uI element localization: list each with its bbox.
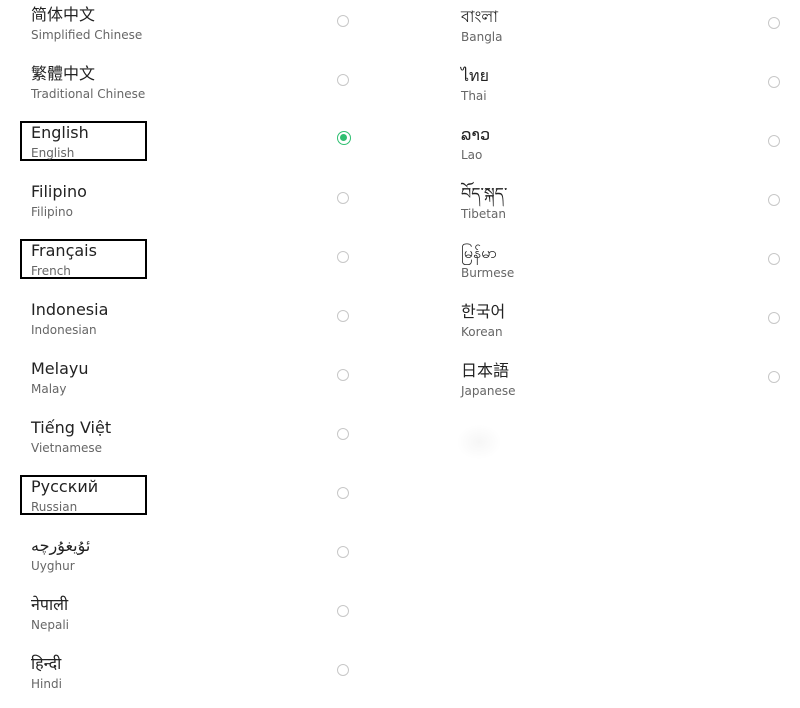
language-item-thai[interactable]: ไทย Thai: [430, 59, 800, 118]
radio-checked-icon[interactable]: [337, 131, 351, 145]
language-english-name: Lao: [461, 148, 483, 162]
language-english-name: Uyghur: [31, 559, 75, 573]
language-native-name: Filipino: [31, 182, 87, 201]
language-english-name: Malay: [31, 382, 67, 396]
language-item-nepali[interactable]: नेपाली Nepali: [0, 590, 400, 649]
language-native-name: བོད་སྐད་: [461, 184, 508, 203]
language-native-name: Melayu: [31, 359, 89, 378]
language-english-name: Indonesian: [31, 323, 97, 337]
language-item-french[interactable]: Français French: [0, 236, 400, 295]
radio-unchecked-icon[interactable]: [768, 17, 780, 29]
language-english-name: Thai: [461, 89, 487, 103]
radio-unchecked-icon[interactable]: [337, 369, 349, 381]
language-item-bangla[interactable]: বাংলা Bangla: [430, 0, 800, 59]
language-english-name: Vietnamese: [31, 441, 103, 455]
radio-unchecked-icon[interactable]: [768, 371, 780, 383]
language-english-name: Korean: [461, 325, 503, 339]
radio-unchecked-icon[interactable]: [337, 251, 349, 263]
language-native-name: ئۇيغۇرچە: [31, 536, 91, 555]
language-native-name: Tiếng Việt: [31, 418, 112, 437]
language-item-traditional-chinese[interactable]: 繁體中文 Traditional Chinese: [0, 59, 400, 118]
language-native-name: বাংলা: [461, 7, 498, 26]
language-english-name: Japanese: [461, 384, 516, 398]
language-item-indonesian[interactable]: Indonesia Indonesian: [0, 295, 400, 354]
language-native-name: မြန်မာ: [461, 243, 497, 262]
language-item-tibetan[interactable]: བོད་སྐད་ Tibetan: [430, 177, 800, 236]
radio-unchecked-icon[interactable]: [768, 312, 780, 324]
language-native-name: English: [31, 123, 89, 142]
language-native-name: Français: [31, 241, 97, 260]
radio-unchecked-icon[interactable]: [337, 487, 349, 499]
language-english-name: English: [31, 146, 75, 160]
language-english-name: Burmese: [461, 266, 515, 280]
radio-unchecked-icon[interactable]: [768, 194, 780, 206]
radio-unchecked-icon[interactable]: [337, 192, 349, 204]
language-item-uyghur[interactable]: ئۇيغۇرچە Uyghur: [0, 531, 400, 590]
language-english-name: Filipino: [31, 205, 73, 219]
language-english-name: Nepali: [31, 618, 69, 632]
radio-unchecked-icon[interactable]: [768, 253, 780, 265]
language-native-name: 简体中文: [31, 5, 96, 24]
language-native-name: नेपाली: [31, 595, 69, 614]
radio-unchecked-icon[interactable]: [337, 15, 349, 27]
language-item-burmese[interactable]: မြန်မာ Burmese: [430, 236, 800, 295]
language-item-vietnamese[interactable]: Tiếng Việt Vietnamese: [0, 413, 400, 472]
language-item-filipino[interactable]: Filipino Filipino: [0, 177, 400, 236]
radio-unchecked-icon[interactable]: [337, 605, 349, 617]
language-native-name: 日本語: [461, 361, 510, 380]
language-item-simplified-chinese[interactable]: 简体中文 Simplified Chinese: [0, 0, 400, 59]
language-english-name: Bangla: [461, 30, 503, 44]
language-item-japanese[interactable]: 日本語 Japanese: [430, 354, 800, 413]
language-native-name: 繁體中文: [31, 64, 96, 83]
radio-unchecked-icon[interactable]: [768, 135, 780, 147]
language-item-english[interactable]: English English: [0, 118, 400, 177]
language-native-name: Indonesia: [31, 300, 109, 319]
radio-unchecked-icon[interactable]: [337, 546, 349, 558]
radio-unchecked-icon[interactable]: [337, 428, 349, 440]
language-item-malay[interactable]: Melayu Malay: [0, 354, 400, 413]
language-english-name: Traditional Chinese: [31, 87, 146, 101]
language-english-name: Russian: [31, 500, 78, 514]
radio-unchecked-icon[interactable]: [337, 310, 349, 322]
language-item-lao[interactable]: ລາວ Lao: [430, 118, 800, 177]
language-item-hindi[interactable]: हिन्दी Hindi: [0, 649, 400, 708]
radio-unchecked-icon[interactable]: [768, 76, 780, 88]
language-item-russian[interactable]: Русский Russian: [0, 472, 400, 531]
language-native-name: 한국어: [461, 302, 506, 321]
language-english-name: French: [31, 264, 71, 278]
language-english-name: Simplified Chinese: [31, 28, 143, 42]
language-native-name: ລາວ: [461, 125, 491, 144]
language-native-name: हिन्दी: [31, 654, 62, 673]
radio-unchecked-icon[interactable]: [337, 664, 349, 676]
language-english-name: Tibetan: [461, 207, 506, 221]
faint-overlay-artifact: [456, 424, 502, 460]
language-native-name: ไทย: [461, 66, 489, 85]
language-item-korean[interactable]: 한국어 Korean: [430, 295, 800, 354]
radio-unchecked-icon[interactable]: [337, 74, 349, 86]
language-english-name: Hindi: [31, 677, 62, 691]
language-native-name: Русский: [31, 477, 99, 496]
